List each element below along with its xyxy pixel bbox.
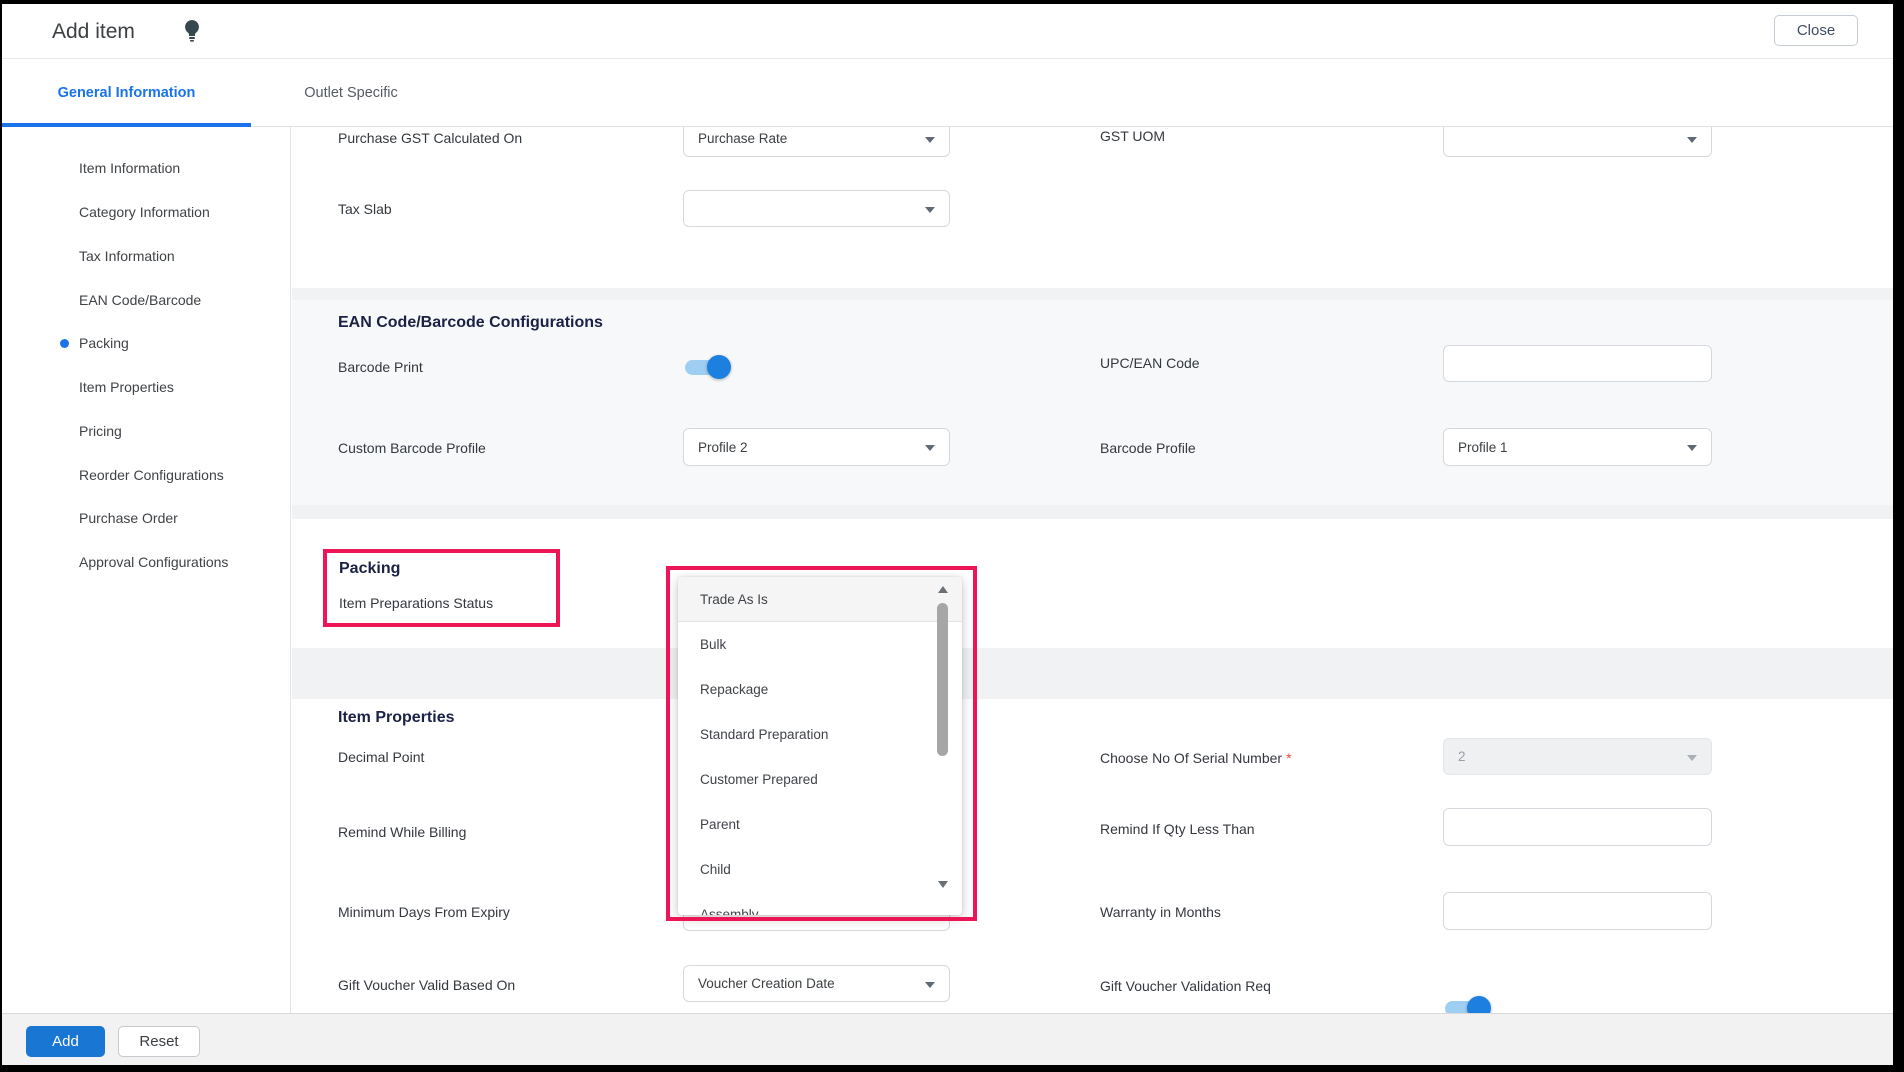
reset-button[interactable]: Reset — [118, 1026, 200, 1057]
section-divider — [292, 505, 1893, 519]
chevron-down-icon — [1687, 137, 1697, 143]
dropdown-option-child[interactable]: Child — [678, 847, 962, 892]
lightbulb-icon[interactable] — [182, 18, 202, 47]
sidebar-item-packing[interactable]: Packing — [79, 333, 129, 353]
sidebar-item-item-properties[interactable]: Item Properties — [79, 377, 174, 397]
barcode-profile-dropdown[interactable]: Profile 1 — [1443, 428, 1712, 466]
sidebar-item-category-information[interactable]: Category Information — [79, 202, 210, 222]
scroll-up-icon[interactable] — [938, 586, 948, 593]
chevron-down-icon — [925, 445, 935, 451]
tax-slab-label: Tax Slab — [338, 201, 392, 217]
item-preparations-status-label: Item Preparations Status — [339, 595, 493, 611]
item-preparations-dropdown-list: Trade As Is Bulk Repackage Standard Prep… — [678, 577, 962, 915]
scrollbar[interactable] — [936, 581, 950, 911]
serial-number-dropdown[interactable]: 2 — [1443, 738, 1712, 775]
add-button[interactable]: Add — [26, 1026, 105, 1057]
active-tab-underline — [2, 123, 251, 127]
gift-voucher-req-label: Gift Voucher Validation Req — [1100, 978, 1271, 994]
dropdown-option-repackage[interactable]: Repackage — [678, 667, 962, 712]
serial-number-label: Choose No Of Serial Number* — [1100, 750, 1292, 766]
decimal-point-label: Decimal Point — [338, 749, 424, 765]
warranty-input[interactable] — [1443, 892, 1712, 930]
serial-number-value: 2 — [1458, 749, 1466, 764]
dropdown-option-bulk[interactable]: Bulk — [678, 622, 962, 667]
packing-highlight-box: Packing Item Preparations Status — [323, 549, 560, 627]
custom-barcode-profile-label: Custom Barcode Profile — [338, 440, 486, 456]
purchase-gst-label: Purchase GST Calculated On — [338, 130, 522, 146]
section-divider — [292, 648, 1893, 699]
sidebar-item-purchase-order[interactable]: Purchase Order — [79, 508, 178, 528]
section-divider — [292, 288, 1893, 300]
serial-number-label-text: Choose No Of Serial Number — [1100, 750, 1282, 766]
item-properties-section-header: Item Properties — [338, 709, 454, 727]
barcode-profile-label: Barcode Profile — [1100, 440, 1196, 456]
tab-outlet-specific[interactable]: Outlet Specific — [251, 59, 451, 127]
dialog-header — [2, 4, 1893, 59]
min-days-expiry-label: Minimum Days From Expiry — [338, 904, 510, 920]
close-button[interactable]: Close — [1774, 15, 1858, 46]
remind-while-billing-label: Remind While Billing — [338, 824, 466, 840]
packing-section-header: Packing — [339, 560, 400, 578]
tax-slab-dropdown[interactable] — [683, 190, 950, 227]
sidebar: Item Information Category Information Ta… — [2, 127, 291, 1013]
scroll-down-icon[interactable] — [938, 881, 948, 888]
tab-general-information[interactable]: General Information — [2, 59, 251, 127]
chevron-down-icon — [925, 982, 935, 988]
gift-voucher-based-label: Gift Voucher Valid Based On — [338, 977, 515, 993]
page-title: Add item — [52, 20, 135, 44]
upc-ean-label: UPC/EAN Code — [1100, 355, 1200, 371]
gift-voucher-based-dropdown[interactable]: Voucher Creation Date — [683, 965, 950, 1002]
barcode-print-toggle[interactable] — [683, 355, 731, 379]
chevron-down-icon — [1687, 755, 1697, 761]
dropdown-option-assembly[interactable]: Assembly — [678, 892, 962, 915]
purchase-gst-value: Purchase Rate — [698, 131, 787, 146]
remind-if-qty-input[interactable] — [1443, 808, 1712, 846]
dropdown-option-trade-as-is[interactable]: Trade As Is — [678, 577, 962, 622]
dropdown-option-parent[interactable]: Parent — [678, 802, 962, 847]
sidebar-item-reorder-configurations[interactable]: Reorder Configurations — [79, 465, 224, 485]
sidebar-item-tax-information[interactable]: Tax Information — [79, 246, 175, 266]
dropdown-option-customer-prepared[interactable]: Customer Prepared — [678, 757, 962, 802]
custom-barcode-profile-dropdown[interactable]: Profile 2 — [683, 428, 950, 466]
custom-barcode-profile-value: Profile 2 — [698, 440, 748, 455]
sidebar-item-item-information[interactable]: Item Information — [79, 158, 180, 178]
toggle-knob — [707, 355, 731, 379]
sidebar-item-approval-configurations[interactable]: Approval Configurations — [79, 552, 228, 572]
chevron-down-icon — [925, 207, 935, 213]
barcode-print-label: Barcode Print — [338, 359, 423, 375]
sidebar-item-ean-code-barcode[interactable]: EAN Code/Barcode — [79, 290, 201, 310]
footer-bar — [2, 1013, 1893, 1065]
gst-uom-label: GST UOM — [1100, 128, 1165, 144]
barcode-profile-value: Profile 1 — [1458, 440, 1508, 455]
active-item-dot-icon — [60, 339, 69, 348]
required-asterisk: * — [1286, 750, 1291, 766]
dropdown-option-standard-preparation[interactable]: Standard Preparation — [678, 712, 962, 757]
remind-if-qty-label: Remind If Qty Less Than — [1100, 821, 1255, 837]
gift-voucher-based-value: Voucher Creation Date — [698, 976, 835, 991]
warranty-label: Warranty in Months — [1100, 904, 1221, 920]
sidebar-item-pricing[interactable]: Pricing — [79, 421, 122, 441]
scrollbar-thumb[interactable] — [937, 603, 948, 756]
ean-section-header: EAN Code/Barcode Configurations — [338, 314, 603, 332]
chevron-down-icon — [1687, 445, 1697, 451]
upc-ean-input[interactable] — [1443, 345, 1712, 382]
chevron-down-icon — [925, 137, 935, 143]
